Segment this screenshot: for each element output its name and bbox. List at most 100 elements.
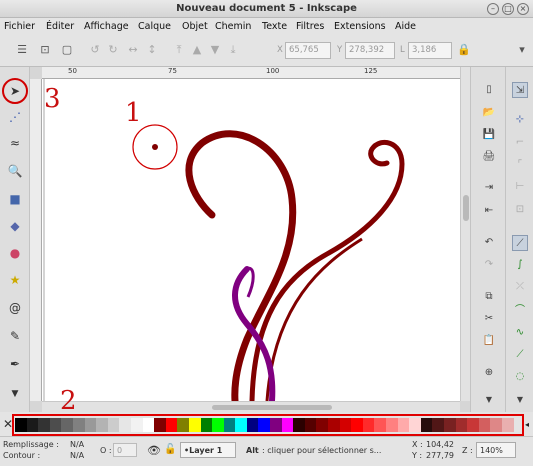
open-icon[interactable]: 📂: [481, 105, 497, 121]
rotate-cw-icon[interactable]: ↻: [106, 43, 120, 57]
cursor-x-label: X :: [412, 440, 423, 449]
pencil-tool-icon[interactable]: ✎: [6, 327, 24, 345]
select-all-icon[interactable]: ☰: [15, 43, 29, 57]
width-label: L: [400, 45, 405, 55]
snap-bbox-midpoint-icon[interactable]: ⊢: [512, 179, 528, 195]
snap-cusp-nodes-icon[interactable]: ⌒: [512, 303, 528, 319]
drawing-svg: [43, 79, 405, 401]
horizontal-scrollbar[interactable]: [42, 401, 460, 412]
vertical-scroll-thumb[interactable]: [463, 195, 469, 221]
y-field[interactable]: 278,392: [345, 42, 395, 59]
calligraphy-tool-icon[interactable]: ✒: [6, 355, 24, 373]
menu-texte[interactable]: Texte: [262, 21, 287, 32]
layer-select[interactable]: •Layer 1: [180, 442, 236, 458]
flip-vertical-icon[interactable]: ↕: [145, 43, 159, 57]
menu-affichage[interactable]: Affichage: [84, 21, 129, 32]
menu-calque[interactable]: Calque: [138, 21, 171, 32]
toolbox: ➤ ⋰ ≈ 🔍 ■ ◆ ● ★ @ ✎ ✒ ▼: [0, 67, 30, 412]
3d-box-tool-icon[interactable]: ◆: [6, 217, 24, 235]
fill-value[interactable]: N/A: [70, 440, 84, 449]
paste-icon[interactable]: 📋: [481, 333, 497, 349]
snap-paths-icon[interactable]: ∫: [512, 257, 528, 273]
lower-icon[interactable]: ▼: [208, 43, 222, 57]
swirl-right[interactable]: [249, 139, 405, 401]
snap-enable-icon[interactable]: ⇲: [512, 82, 528, 98]
stroke-value[interactable]: N/A: [70, 451, 84, 460]
export-icon[interactable]: ⇤: [481, 203, 497, 219]
x-label: X: [277, 45, 283, 55]
rectangle-tool-icon[interactable]: ■: [6, 190, 24, 208]
toolbar-overflow-icon[interactable]: ▾: [515, 43, 529, 57]
snap-nodes-icon[interactable]: ⟋: [512, 235, 528, 251]
drawing-canvas[interactable]: [42, 79, 460, 401]
minimize-icon[interactable]: –: [487, 3, 499, 15]
horizontal-ruler: 50 75 100 125: [42, 67, 460, 79]
undo-icon[interactable]: ↶: [481, 235, 497, 251]
snap-overflow-icon[interactable]: ▼: [512, 392, 528, 408]
width-field[interactable]: 3,186: [408, 42, 452, 59]
cursor-x-value: 104,42: [426, 440, 454, 449]
import-icon[interactable]: ⇥: [481, 180, 497, 196]
annotation-number-2: 2: [60, 386, 77, 416]
save-icon[interactable]: 💾: [481, 127, 497, 143]
menu-aide[interactable]: Aide: [395, 21, 416, 32]
snap-bbox-icon[interactable]: ⊹: [512, 112, 528, 128]
cut-icon[interactable]: ✂: [481, 311, 497, 327]
horizontal-scroll-thumb[interactable]: [212, 405, 332, 410]
menu-chemin[interactable]: Chemin: [215, 21, 251, 32]
zoom-tool-icon[interactable]: 🔍: [6, 162, 24, 180]
x-field[interactable]: 65,765: [285, 42, 331, 59]
palette-menu-icon[interactable]: ◂: [525, 420, 529, 429]
menu-fichier[interactable]: Fichier: [4, 21, 35, 32]
stroke-label: Contour :: [3, 451, 41, 460]
hint-text: : cliquer pour sélectionner s...: [262, 446, 382, 455]
flip-horizontal-icon[interactable]: ↔: [126, 43, 140, 57]
layer-lock-icon[interactable]: 🔓: [164, 444, 176, 455]
deselect-icon[interactable]: ▢: [60, 43, 74, 57]
copy-icon[interactable]: ⧉: [481, 289, 497, 305]
snap-controls-bar: ⇲ ⊹ ⌐ ⌜ ⊢ ⊡ ⟋ ∫ ⤫ ⌒ ∿ ⟋ ◌ ▼: [505, 67, 533, 412]
opacity-field[interactable]: 0: [113, 443, 137, 457]
toolbox-overflow-icon[interactable]: ▼: [6, 385, 24, 403]
snap-centers-icon[interactable]: ◌: [512, 369, 528, 385]
cursor-y-label: Y :: [412, 451, 423, 460]
fill-label: Remplissage :: [3, 440, 59, 449]
tweak-tool-icon[interactable]: ≈: [6, 134, 24, 152]
menu-filtres[interactable]: Filtres: [296, 21, 324, 32]
close-icon[interactable]: ×: [517, 3, 529, 15]
lower-to-bottom-icon[interactable]: ⤓: [226, 43, 240, 57]
menu-objet[interactable]: Objet: [182, 21, 208, 32]
annotation-dot: [152, 144, 158, 150]
vertical-scrollbar[interactable]: [460, 67, 470, 401]
snap-bbox-center-icon[interactable]: ⊡: [512, 202, 528, 218]
opacity-label: O :: [100, 446, 112, 455]
snap-midpoints-icon[interactable]: ⟋: [512, 347, 528, 363]
new-document-icon[interactable]: ▯: [481, 82, 497, 98]
select-all-layers-icon[interactable]: ⊡: [38, 43, 52, 57]
raise-icon[interactable]: ▲: [190, 43, 204, 57]
snap-intersections-icon[interactable]: ⤫: [512, 279, 528, 295]
title-bar: Nouveau document 5 - Inkscape – □ ×: [0, 0, 533, 18]
redo-icon[interactable]: ↷: [481, 257, 497, 273]
swirl-purple-curl[interactable]: [246, 266, 255, 298]
spiral-tool-icon[interactable]: @: [6, 299, 24, 317]
snap-bbox-corner-icon[interactable]: ⌜: [512, 157, 528, 173]
snap-bbox-edge-icon[interactable]: ⌐: [512, 135, 528, 151]
ruler-tick: 75: [168, 67, 177, 75]
snap-smooth-nodes-icon[interactable]: ∿: [512, 325, 528, 341]
rotate-ccw-icon[interactable]: ↺: [88, 43, 102, 57]
raise-to-top-icon[interactable]: ⤒: [172, 43, 186, 57]
zoom-selection-icon[interactable]: ⊕: [481, 365, 497, 381]
lock-icon[interactable]: 🔒: [457, 43, 471, 57]
menu-editer[interactable]: Éditer: [46, 21, 74, 32]
print-icon[interactable]: 🖨: [481, 149, 497, 165]
selector-tool-icon[interactable]: ➤: [6, 82, 24, 100]
commands-overflow-icon[interactable]: ▼: [481, 392, 497, 408]
maximize-icon[interactable]: □: [502, 3, 514, 15]
menu-extensions[interactable]: Extensions: [334, 21, 386, 32]
node-tool-icon[interactable]: ⋰: [6, 108, 24, 126]
ellipse-tool-icon[interactable]: ●: [6, 244, 24, 262]
layer-visibility-icon[interactable]: 👁: [147, 444, 161, 457]
zoom-field[interactable]: 140%: [476, 442, 516, 458]
star-tool-icon[interactable]: ★: [6, 271, 24, 289]
